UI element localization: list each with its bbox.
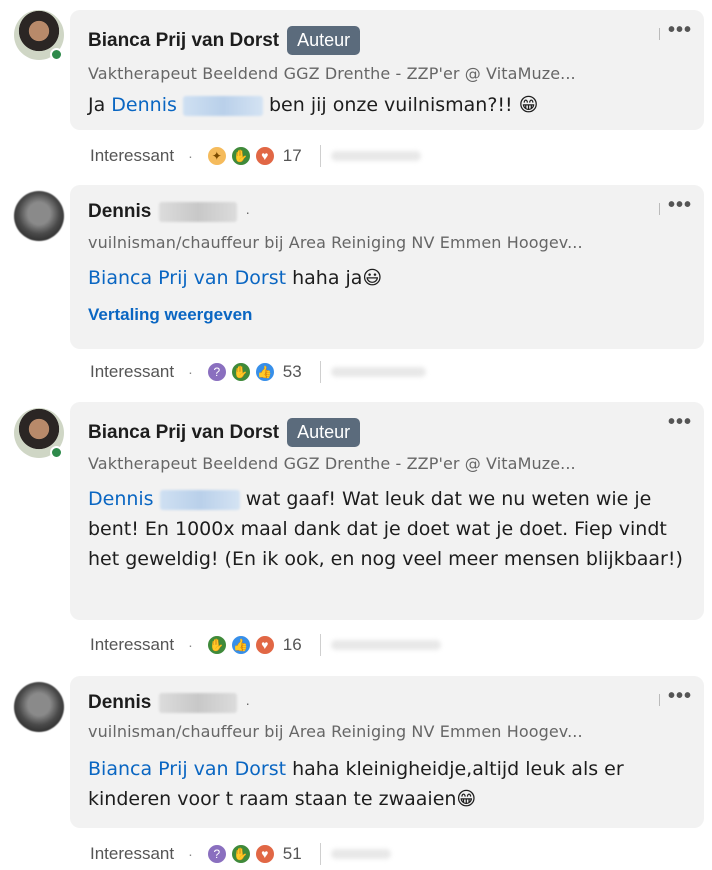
online-status-icon (50, 48, 63, 61)
comment-text: Bianca Prij van Dorst haha ja😃 (88, 263, 688, 293)
author-name[interactable]: Bianca Prij van Dorst (88, 30, 279, 52)
blurred-surname (159, 202, 238, 222)
more-options-button[interactable]: ••• (668, 195, 692, 215)
comment-body: ben jij onze vuilnisman?!! 😁 (268, 94, 539, 116)
separator: · (245, 695, 251, 711)
react-button[interactable]: Interessant (90, 844, 174, 864)
react-button[interactable]: Interessant (90, 146, 174, 166)
reactions[interactable]: ? ✋ ♥ 51 (206, 844, 302, 864)
reaction-count: 17 (282, 146, 302, 165)
separator: · (188, 637, 193, 653)
separator: · (188, 846, 193, 862)
mention-link[interactable]: Dennis (111, 94, 177, 116)
mention-link[interactable]: Bianca Prij van Dorst (88, 758, 286, 780)
thumbs-up-icon: 👍 (254, 362, 275, 382)
blurred-surname (159, 693, 238, 713)
comment-text: Bianca Prij van Dorst haha kleinigheidje… (88, 754, 688, 814)
blurred-surname (182, 95, 263, 116)
separator: · (188, 148, 193, 164)
lightbulb-icon: ✦ (206, 146, 227, 166)
online-status-icon (50, 446, 63, 459)
celebrate-icon: ✋ (230, 362, 251, 382)
avatar[interactable] (14, 682, 64, 732)
author-headline: vuilnisman/chauffeur bij Area Reiniging … (88, 722, 583, 741)
blurred-action (331, 849, 392, 859)
separator: · (188, 364, 193, 380)
heart-icon: ♥ (254, 635, 275, 655)
comment-text: Ja Dennis ben jij onze vuilnisman?!! 😁 (88, 94, 539, 116)
comment: Bianca Prij van Dorst Auteur ••• Vakther… (0, 10, 712, 170)
comment-body: haha ja😃 (292, 267, 383, 289)
divider (319, 634, 322, 656)
author-headline: Vaktherapeut Beeldend GGZ Drenthe - ZZP'… (88, 454, 576, 473)
divider (659, 203, 660, 215)
author-headline: vuilnisman/chauffeur bij Area Reiniging … (88, 233, 583, 252)
blurred-surname (159, 489, 240, 510)
comment: Dennis · ••• vuilnisman/chauffeur bij Ar… (0, 185, 712, 385)
avatar[interactable] (14, 191, 64, 241)
author-headline: Vaktherapeut Beeldend GGZ Drenthe - ZZP'… (88, 64, 576, 83)
heart-icon: ♥ (254, 844, 275, 864)
comment-bubble: Dennis · ••• vuilnisman/chauffeur bij Ar… (70, 676, 704, 828)
comment-thread: Bianca Prij van Dorst Auteur ••• Vakther… (0, 0, 712, 870)
author-badge: Auteur (287, 418, 361, 447)
author-name[interactable]: Dennis (88, 692, 151, 714)
author-name[interactable]: Dennis (88, 201, 151, 223)
blurred-action (331, 640, 442, 650)
divider (319, 361, 322, 383)
comment: Dennis · ••• vuilnisman/chauffeur bij Ar… (0, 676, 712, 866)
divider (319, 843, 322, 865)
reactions[interactable]: ✦ ✋ ♥ 17 (206, 146, 302, 166)
author-row: Bianca Prij van Dorst Auteur (88, 26, 361, 55)
celebrate-icon: ✋ (230, 146, 251, 166)
more-options-button[interactable]: ••• (668, 20, 692, 40)
comment-bubble: Dennis · ••• vuilnisman/chauffeur bij Ar… (70, 185, 704, 349)
divider (659, 694, 660, 706)
comment-actions: Interessant · ✋ 👍 ♥ 16 (90, 633, 442, 657)
thumbs-up-icon: 👍 (230, 635, 251, 655)
mention-link[interactable]: Dennis (88, 488, 154, 510)
comment-actions: Interessant · ✦ ✋ ♥ 17 (90, 144, 422, 168)
heart-icon: ♥ (254, 146, 275, 166)
author-row: Dennis · (88, 692, 250, 714)
blurred-action (331, 367, 427, 377)
comment-bubble: Bianca Prij van Dorst Auteur ••• Vakther… (70, 402, 704, 620)
react-button[interactable]: Interessant (90, 635, 174, 655)
comment: Bianca Prij van Dorst Auteur ••• Vakther… (0, 402, 712, 662)
separator: · (245, 204, 251, 220)
author-badge: Auteur (287, 26, 361, 55)
author-name[interactable]: Bianca Prij van Dorst (88, 422, 279, 444)
reaction-count: 53 (282, 362, 302, 381)
curious-icon: ? (206, 362, 227, 382)
mention-link[interactable]: Bianca Prij van Dorst (88, 267, 286, 289)
more-options-button[interactable]: ••• (668, 686, 692, 706)
author-row: Bianca Prij van Dorst Auteur (88, 418, 361, 447)
reaction-count: 51 (282, 844, 302, 863)
react-button[interactable]: Interessant (90, 362, 174, 382)
author-row: Dennis · (88, 201, 250, 223)
divider (319, 145, 322, 167)
translate-button[interactable]: Vertaling weergeven (88, 305, 252, 325)
reactions[interactable]: ✋ 👍 ♥ 16 (206, 635, 302, 655)
comment-bubble: Bianca Prij van Dorst Auteur ••• Vakther… (70, 10, 704, 130)
blurred-action (331, 151, 422, 161)
comment-actions: Interessant · ? ✋ ♥ 51 (90, 842, 392, 866)
more-options-button[interactable]: ••• (668, 412, 692, 432)
reactions[interactable]: ? ✋ 👍 53 (206, 362, 302, 382)
curious-icon: ? (206, 844, 227, 864)
divider (659, 28, 660, 40)
comment-text: Dennis wat gaaf! Wat leuk dat we nu wete… (88, 484, 688, 574)
celebrate-icon: ✋ (206, 635, 227, 655)
comment-actions: Interessant · ? ✋ 👍 53 (90, 360, 427, 384)
celebrate-icon: ✋ (230, 844, 251, 864)
reaction-count: 16 (282, 635, 302, 654)
